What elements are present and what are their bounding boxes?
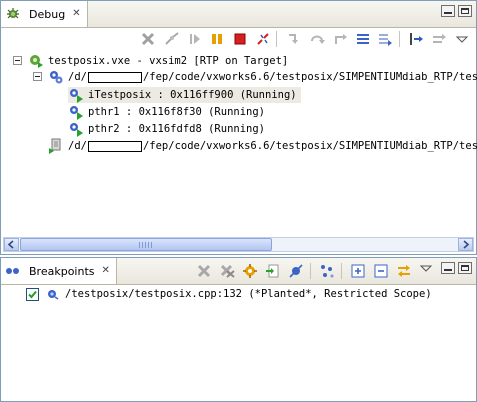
- tree-row-rtp[interactable]: /d/ /fep/code/vxworks6.6/testposix/SIMPE…: [48, 69, 477, 85]
- breakpoint-marker-icon: [45, 286, 61, 302]
- view-menu-chevron-down-icon[interactable]: [454, 31, 470, 47]
- process-icon: [28, 53, 44, 69]
- scroll-thumb[interactable]: [20, 238, 272, 251]
- tree-toggle-process[interactable]: [13, 56, 22, 65]
- tree-row-launch-file[interactable]: /d/ /fep/code/vxworks6.6/testposix/SIMPE…: [48, 138, 477, 154]
- launch-file-icon: [48, 138, 64, 154]
- rtp-path-suffix: /fep/code/vxworks6.6/testposix/SIMPENTIU…: [142, 71, 477, 83]
- breakpoints-icon: [5, 263, 21, 279]
- process-label: testposix.vxe - vxsim2 [RTP on Target]: [48, 55, 289, 67]
- thread-label: pthr1 : 0x116f8f30 (Running): [88, 106, 266, 118]
- step-over-icon[interactable]: [309, 31, 325, 47]
- scroll-right-icon[interactable]: [458, 238, 473, 251]
- collapse-tree-icon[interactable]: [373, 263, 389, 279]
- tree-row-thread-pthr1[interactable]: pthr1 : 0x116f8f30 (Running): [68, 104, 265, 120]
- debug-view: Debug ✕ testposix.vxe - vxsim2 [RTP on T…: [0, 0, 477, 255]
- minimize-icon[interactable]: [441, 5, 455, 17]
- debug-tab-title: Debug: [29, 7, 66, 21]
- thread-running-icon: [68, 104, 84, 120]
- disconnect-icon[interactable]: [255, 31, 271, 47]
- suspend-icon[interactable]: [209, 31, 225, 47]
- breakpoints-tab-title: Breakpoints: [29, 264, 95, 278]
- debug-view-header: Debug ✕: [1, 1, 476, 28]
- drop-to-frame-icon[interactable]: [355, 31, 371, 47]
- breakpoints-tab[interactable]: Breakpoints ✕: [1, 258, 117, 284]
- launch-path-prefix: /d/: [68, 140, 87, 152]
- view-menu-chevron-down-icon[interactable]: [418, 260, 434, 276]
- scroll-left-icon[interactable]: [4, 238, 19, 251]
- launch-path-suffix: /fep/code/vxworks6.6/testposix/SIMPENTIU…: [142, 140, 477, 152]
- debug-tab[interactable]: Debug ✕: [1, 1, 88, 27]
- go-to-file-icon[interactable]: [265, 263, 281, 279]
- remove-all-breakpoints-icon[interactable]: [220, 263, 236, 279]
- redacted-box: [87, 140, 142, 152]
- rtp-gear-icon: [48, 69, 64, 85]
- minimize-icon[interactable]: [441, 262, 455, 274]
- thread-running-icon: [68, 87, 84, 103]
- tree-toggle-rtp[interactable]: [33, 72, 42, 81]
- thread-running-icon: [68, 121, 84, 137]
- breakpoints-view: Breakpoints ✕ /testposix/testposix.cpp:1…: [0, 257, 477, 402]
- breakpoints-view-header: Breakpoints ✕: [1, 258, 476, 285]
- use-step-filters-icon[interactable]: [377, 31, 393, 47]
- debug-bug-icon: [5, 6, 21, 22]
- step-return-icon[interactable]: [332, 31, 348, 47]
- maximize-icon[interactable]: [458, 262, 472, 274]
- rtp-path-prefix: /d/: [68, 71, 87, 83]
- connect-icon[interactable]: [164, 31, 180, 47]
- horizontal-scrollbar[interactable]: [3, 237, 474, 252]
- link-with-debug-view-icon[interactable]: [396, 263, 412, 279]
- checkbox-checked-icon[interactable]: [26, 287, 39, 301]
- redacted-box: [87, 71, 142, 83]
- step-over-disabled-icon[interactable]: [431, 31, 447, 47]
- resume-icon[interactable]: [187, 31, 203, 47]
- skip-all-breakpoints-icon[interactable]: [288, 263, 304, 279]
- debug-tab-close-icon[interactable]: ✕: [72, 9, 80, 19]
- remove-breakpoint-icon[interactable]: [196, 263, 212, 279]
- breakpoints-tab-close-icon[interactable]: ✕: [102, 266, 110, 276]
- thread-label: iTestposix : 0x116ff900 (Running): [88, 89, 297, 101]
- show-supported-breakpoints-icon[interactable]: [242, 263, 258, 279]
- breakpoint-item[interactable]: /testposix/testposix.cpp:132 (*Planted*,…: [26, 286, 432, 302]
- expand-all-icon[interactable]: [319, 263, 335, 279]
- thread-label: pthr2 : 0x116fdfd8 (Running): [88, 123, 266, 135]
- tree-row-thread-itestposix[interactable]: iTestposix : 0x116ff900 (Running): [68, 87, 301, 103]
- breakpoint-label: /testposix/testposix.cpp:132 (*Planted*,…: [65, 288, 432, 300]
- tree-row-thread-pthr2[interactable]: pthr2 : 0x116fdfd8 (Running): [68, 121, 265, 137]
- maximize-icon[interactable]: [458, 5, 472, 17]
- remove-terminated-icon[interactable]: [140, 31, 156, 47]
- expand-tree-icon[interactable]: [350, 263, 366, 279]
- instruction-stepping-icon[interactable]: [408, 31, 424, 47]
- step-into-icon[interactable]: [286, 31, 302, 47]
- tree-row-process[interactable]: testposix.vxe - vxsim2 [RTP on Target]: [28, 53, 288, 69]
- terminate-icon[interactable]: [232, 31, 248, 47]
